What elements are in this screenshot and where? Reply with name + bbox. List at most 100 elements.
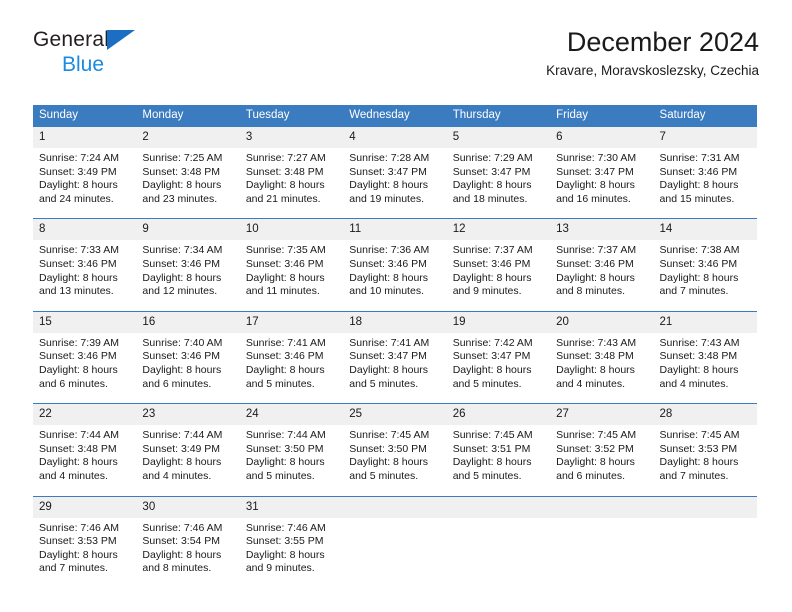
day-cell[interactable]: 4 Sunrise: 7:28 AM Sunset: 3:47 PM Dayli… (343, 127, 447, 219)
day-cell[interactable]: 30 Sunrise: 7:46 AM Sunset: 3:54 PM Dayl… (136, 495, 240, 588)
daylight-text-line2: and 4 minutes. (659, 377, 729, 390)
sunset-text: Sunset: 3:46 PM (349, 257, 427, 270)
sunset-text: Sunset: 3:46 PM (39, 257, 117, 270)
daylight-text-line2: and 23 minutes. (142, 192, 218, 205)
daylight-text-line1: Daylight: 8 hours (452, 179, 532, 192)
day-cell[interactable]: 13 Sunrise: 7:37 AM Sunset: 3:46 PM Dayl… (550, 218, 654, 312)
sunset-text: Sunset: 3:48 PM (39, 442, 117, 455)
sunrise-text: Sunrise: 7:39 AM (39, 336, 119, 349)
day-cell[interactable]: 22 Sunrise: 7:44 AM Sunset: 3:48 PM Dayl… (33, 403, 137, 496)
daylight-text-line1: Daylight: 8 hours (659, 363, 739, 376)
daylight-text-line2: and 4 minutes. (39, 469, 108, 482)
blue-triangle-icon (107, 30, 135, 50)
day-cell[interactable]: 27 Sunrise: 7:45 AM Sunset: 3:52 PM Dayl… (550, 403, 654, 496)
day-details: Sunrise: 7:44 AM Sunset: 3:50 PM Dayligh… (240, 425, 343, 495)
weekday-header-saturday: Saturday (653, 105, 757, 127)
day-number: 3 (239, 127, 344, 148)
calendar-week-row: 15 Sunrise: 7:39 AM Sunset: 3:46 PM Dayl… (33, 310, 757, 404)
day-details: Sunrise: 7:46 AM Sunset: 3:53 PM Dayligh… (33, 518, 136, 588)
logo-text-blue: Blue (62, 53, 105, 76)
day-cell[interactable]: 7 Sunrise: 7:31 AM Sunset: 3:46 PM Dayli… (653, 127, 757, 219)
sunset-text: Sunset: 3:47 PM (556, 165, 634, 178)
sunrise-text: Sunrise: 7:37 AM (556, 244, 637, 257)
sunrise-text: Sunrise: 7:42 AM (452, 336, 533, 349)
day-details: Sunrise: 7:42 AM Sunset: 3:47 PM Dayligh… (447, 333, 550, 403)
day-cell[interactable]: 14 Sunrise: 7:38 AM Sunset: 3:46 PM Dayl… (653, 218, 757, 312)
day-number: 22 (33, 404, 137, 426)
daylight-text-line2: and 11 minutes. (245, 285, 320, 298)
day-cell[interactable]: 26 Sunrise: 7:45 AM Sunset: 3:51 PM Dayl… (446, 403, 551, 496)
day-details: Sunrise: 7:45 AM Sunset: 3:52 PM Dayligh… (550, 425, 653, 495)
sunset-text: Sunset: 3:48 PM (245, 165, 324, 178)
day-cell[interactable]: 2 Sunrise: 7:25 AM Sunset: 3:48 PM Dayli… (136, 127, 240, 219)
day-number: 16 (136, 311, 240, 333)
sunrise-text: Sunrise: 7:45 AM (452, 429, 533, 442)
day-cell[interactable]: 28 Sunrise: 7:45 AM Sunset: 3:53 PM Dayl… (653, 403, 757, 496)
day-details: Sunrise: 7:28 AM Sunset: 3:47 PM Dayligh… (343, 148, 446, 218)
day-cell[interactable]: 11 Sunrise: 7:36 AM Sunset: 3:46 PM Dayl… (343, 218, 447, 312)
day-cell[interactable]: 31 Sunrise: 7:46 AM Sunset: 3:55 PM Dayl… (239, 495, 344, 588)
daylight-text-line2: and 4 minutes. (556, 377, 625, 390)
daylight-text-line2: and 5 minutes. (245, 469, 315, 482)
day-details: Sunrise: 7:40 AM Sunset: 3:46 PM Dayligh… (136, 333, 239, 403)
day-details: Sunrise: 7:41 AM Sunset: 3:47 PM Dayligh… (343, 333, 446, 403)
sunrise-text: Sunrise: 7:33 AM (39, 244, 119, 257)
day-number: 10 (239, 219, 344, 241)
day-cell[interactable]: 5 Sunrise: 7:29 AM Sunset: 3:47 PM Dayli… (446, 127, 551, 219)
day-cell[interactable]: 12 Sunrise: 7:37 AM Sunset: 3:46 PM Dayl… (446, 218, 551, 312)
daylight-text-line2: and 7 minutes. (659, 469, 729, 482)
sunrise-text: Sunrise: 7:34 AM (142, 244, 223, 257)
daylight-text-line1: Daylight: 8 hours (349, 363, 429, 376)
daylight-text-line2: and 6 minutes. (142, 377, 212, 390)
day-cell[interactable]: 8 Sunrise: 7:33 AM Sunset: 3:46 PM Dayli… (33, 218, 137, 312)
daylight-text-line2: and 5 minutes. (245, 377, 315, 390)
day-cell[interactable]: 21 Sunrise: 7:43 AM Sunset: 3:48 PM Dayl… (653, 310, 757, 404)
daylight-text-line1: Daylight: 8 hours (659, 456, 739, 469)
daylight-text-line1: Daylight: 8 hours (245, 271, 325, 284)
day-cell[interactable]: 25 Sunrise: 7:45 AM Sunset: 3:50 PM Dayl… (343, 403, 447, 496)
daylight-text-line2: and 21 minutes. (245, 192, 321, 205)
general-blue-logo[interactable]: General Blue (33, 28, 253, 88)
day-cell[interactable]: 24 Sunrise: 7:44 AM Sunset: 3:50 PM Dayl… (239, 403, 344, 496)
daylight-text-line2: and 24 minutes. (39, 192, 114, 205)
day-cell[interactable]: 18 Sunrise: 7:41 AM Sunset: 3:47 PM Dayl… (343, 310, 447, 404)
sunset-text: Sunset: 3:46 PM (452, 257, 531, 270)
sunrise-text: Sunrise: 7:43 AM (659, 336, 740, 349)
daylight-text-line2: and 6 minutes. (39, 377, 108, 390)
sunset-text: Sunset: 3:54 PM (142, 535, 221, 548)
sunset-text: Sunset: 3:48 PM (556, 350, 634, 363)
daylight-text-line2: and 7 minutes. (659, 285, 729, 298)
day-details: Sunrise: 7:37 AM Sunset: 3:46 PM Dayligh… (550, 240, 653, 310)
day-cell[interactable]: 23 Sunrise: 7:44 AM Sunset: 3:49 PM Dayl… (136, 403, 240, 496)
day-number: 24 (239, 404, 344, 426)
day-cell[interactable]: 15 Sunrise: 7:39 AM Sunset: 3:46 PM Dayl… (33, 310, 137, 404)
daylight-text-line2: and 7 minutes. (39, 562, 108, 575)
day-cell[interactable]: 10 Sunrise: 7:35 AM Sunset: 3:46 PM Dayl… (239, 218, 344, 312)
sunrise-text: Sunrise: 7:46 AM (39, 521, 119, 534)
day-number: 30 (136, 496, 240, 518)
sunset-text: Sunset: 3:49 PM (39, 165, 117, 178)
daylight-text-line1: Daylight: 8 hours (349, 271, 429, 284)
daylight-text-line2: and 16 minutes. (556, 192, 631, 205)
sunset-text: Sunset: 3:47 PM (349, 165, 427, 178)
daylight-text-line1: Daylight: 8 hours (142, 363, 222, 376)
day-cell[interactable]: 20 Sunrise: 7:43 AM Sunset: 3:48 PM Dayl… (550, 310, 654, 404)
day-number: 6 (550, 127, 654, 148)
weekday-header-sunday: Sunday (33, 105, 137, 127)
day-details: Sunrise: 7:44 AM Sunset: 3:48 PM Dayligh… (33, 425, 136, 495)
day-cell[interactable]: 1 Sunrise: 7:24 AM Sunset: 3:49 PM Dayli… (33, 127, 137, 219)
day-cell[interactable]: 16 Sunrise: 7:40 AM Sunset: 3:46 PM Dayl… (136, 310, 240, 404)
daylight-text-line2: and 19 minutes. (349, 192, 424, 205)
day-cell[interactable]: 19 Sunrise: 7:42 AM Sunset: 3:47 PM Dayl… (446, 310, 551, 404)
day-cell[interactable]: 6 Sunrise: 7:30 AM Sunset: 3:47 PM Dayli… (550, 127, 654, 219)
day-number: 1 (33, 127, 137, 148)
day-number: 26 (446, 404, 551, 426)
day-cell[interactable]: 3 Sunrise: 7:27 AM Sunset: 3:48 PM Dayli… (239, 127, 344, 219)
day-number (550, 496, 654, 518)
day-cell-empty (343, 495, 447, 588)
day-cell[interactable]: 9 Sunrise: 7:34 AM Sunset: 3:46 PM Dayli… (136, 218, 240, 312)
daylight-text-line1: Daylight: 8 hours (142, 179, 222, 192)
day-details: Sunrise: 7:44 AM Sunset: 3:49 PM Dayligh… (136, 425, 239, 495)
day-cell[interactable]: 17 Sunrise: 7:41 AM Sunset: 3:46 PM Dayl… (239, 310, 344, 404)
day-cell[interactable]: 29 Sunrise: 7:46 AM Sunset: 3:53 PM Dayl… (33, 495, 137, 588)
